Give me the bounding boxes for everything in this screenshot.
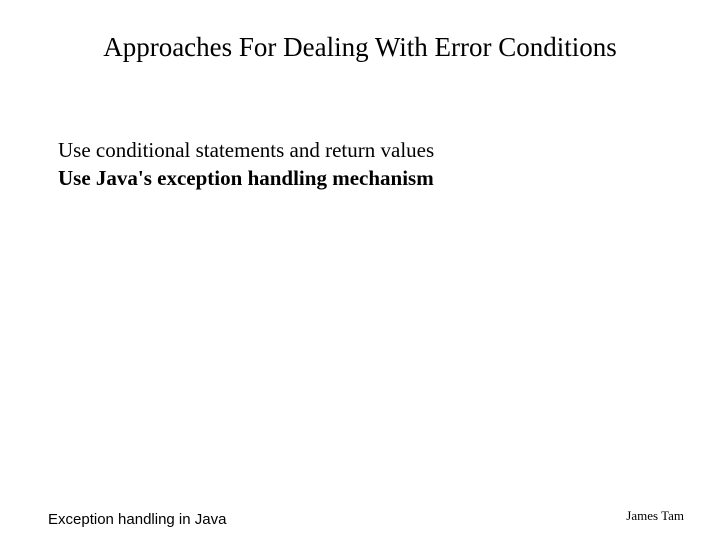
footer-left: Exception handling in Java — [48, 511, 226, 528]
slide-container: Approaches For Dealing With Error Condit… — [0, 0, 720, 540]
slide-title: Approaches For Dealing With Error Condit… — [0, 32, 720, 63]
bullet-1: Use conditional statements and return va… — [58, 136, 662, 164]
slide-content: Use conditional statements and return va… — [58, 136, 662, 193]
bullet-2: Use Java's exception handling mechanism — [58, 164, 662, 192]
footer-right: James Tam — [626, 508, 684, 524]
